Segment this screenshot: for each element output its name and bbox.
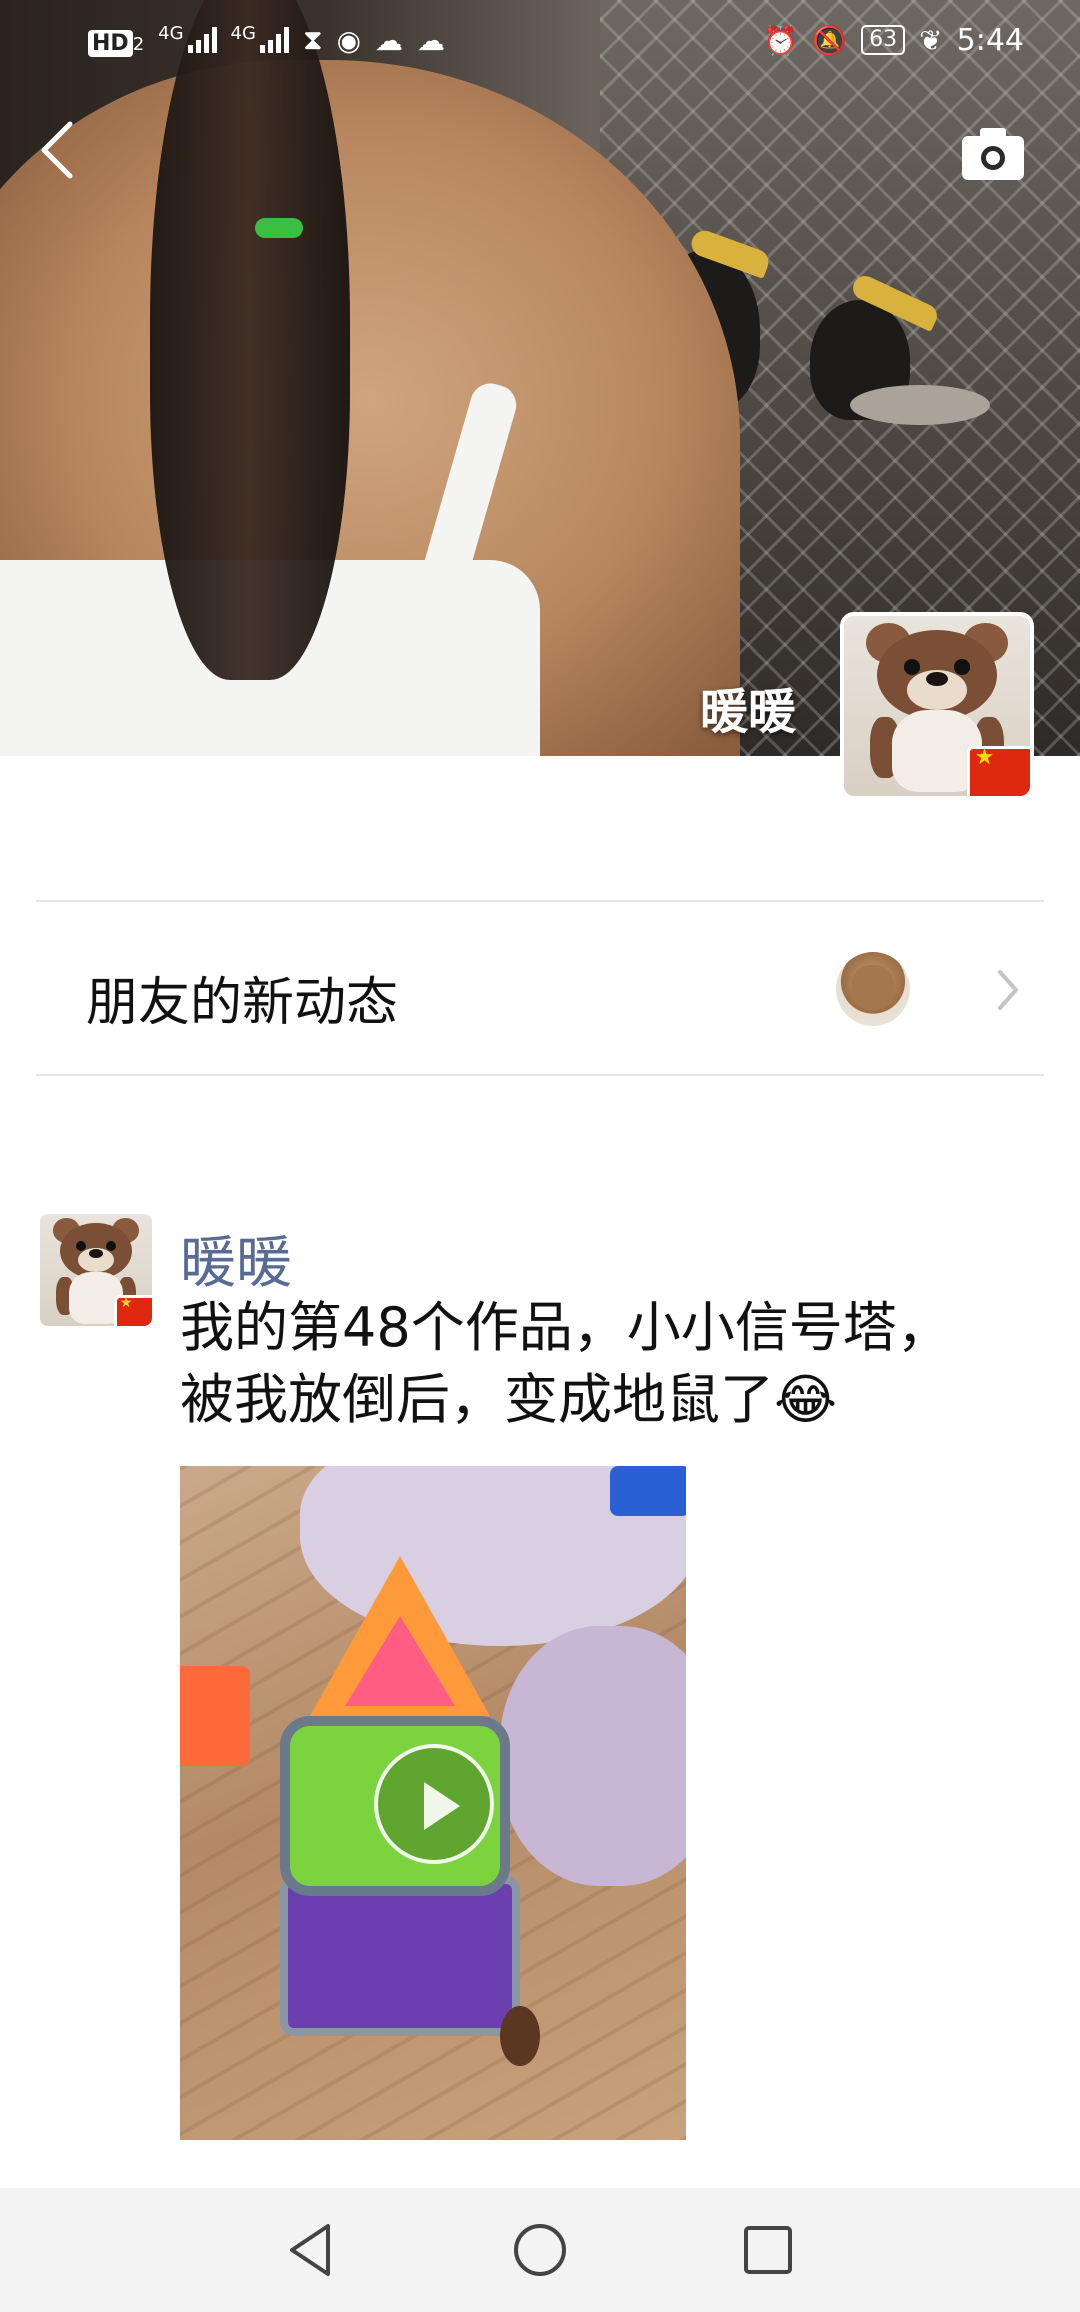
network-type-2: 4G (230, 22, 256, 44)
status-time: 5:44 (956, 22, 1024, 58)
status-bar: HD 2 4G 4G ⧗ ◉ ☁ ☁ ⏰ 🔕 63 ❦ 5:44 (0, 0, 1080, 80)
camera-button[interactable] (960, 126, 1026, 182)
china-flag-icon (966, 745, 1030, 796)
video-toy-base (280, 1876, 520, 2036)
signal-icon-2 (259, 27, 289, 53)
wechat-icon: ☁ (375, 23, 404, 57)
mute-bell-icon: 🔕 (812, 23, 848, 57)
hd-badge: HD 2 (88, 23, 144, 58)
post-author-avatar[interactable] (40, 1214, 152, 1326)
hd-chip-sub: 2 (132, 33, 145, 55)
play-icon[interactable] (374, 1744, 494, 1864)
profile-name[interactable]: 暖暖 (700, 672, 810, 742)
hourglass-icon: ⧗ (302, 23, 323, 56)
camera-icon (962, 128, 1024, 180)
nav-home-icon[interactable] (508, 2218, 572, 2282)
friend-updates-row[interactable]: 朋友的新动态 (36, 902, 1044, 1076)
cover-hair-tie (255, 218, 303, 238)
battery-icon: 63 (861, 25, 906, 55)
cover-feeding-bowl (850, 385, 990, 425)
status-left: HD 2 4G 4G ⧗ ◉ ☁ ☁ (88, 23, 445, 58)
app-notification-icon: ◉ (336, 23, 362, 57)
post-text: 我的第48个作品，小小信号塔， 被我放倒后，变成地鼠了😂 (180, 1296, 951, 1431)
friend-updates-label: 朋友的新动态 (86, 973, 399, 1033)
system-navigation-bar (0, 2188, 1080, 2312)
profile-avatar[interactable] (840, 612, 1034, 800)
nav-back-icon[interactable] (278, 2218, 342, 2282)
video-toy-left (180, 1666, 250, 1766)
post-video[interactable] (180, 1466, 686, 2140)
status-right: ⏰ 🔕 63 ❦ 5:44 (763, 23, 1024, 58)
china-flag-icon-small (113, 1294, 152, 1326)
network-type-1: 4G (158, 22, 184, 44)
cover-hair-braid (150, 0, 350, 680)
video-wood-knot (500, 2006, 540, 2066)
back-icon (41, 121, 73, 179)
divider-bottom (36, 1074, 1044, 1076)
leaf-icon: ❦ (919, 23, 943, 57)
friend-updates-avatar (836, 952, 910, 1026)
back-button[interactable] (36, 118, 80, 182)
signal-icon (187, 27, 217, 53)
alarm-icon: ⏰ (763, 23, 799, 57)
nav-recent-icon[interactable] (736, 2218, 800, 2282)
cat-avatar-image (852, 965, 894, 1010)
hd-chip: HD (88, 29, 133, 57)
video-arm (500, 1626, 686, 1886)
video-toy-top (610, 1466, 686, 1516)
chevron-right-icon (998, 970, 1018, 1010)
post-author-name[interactable]: 暖暖 (180, 1218, 292, 1299)
wechat-icon-2: ☁ (417, 23, 446, 57)
